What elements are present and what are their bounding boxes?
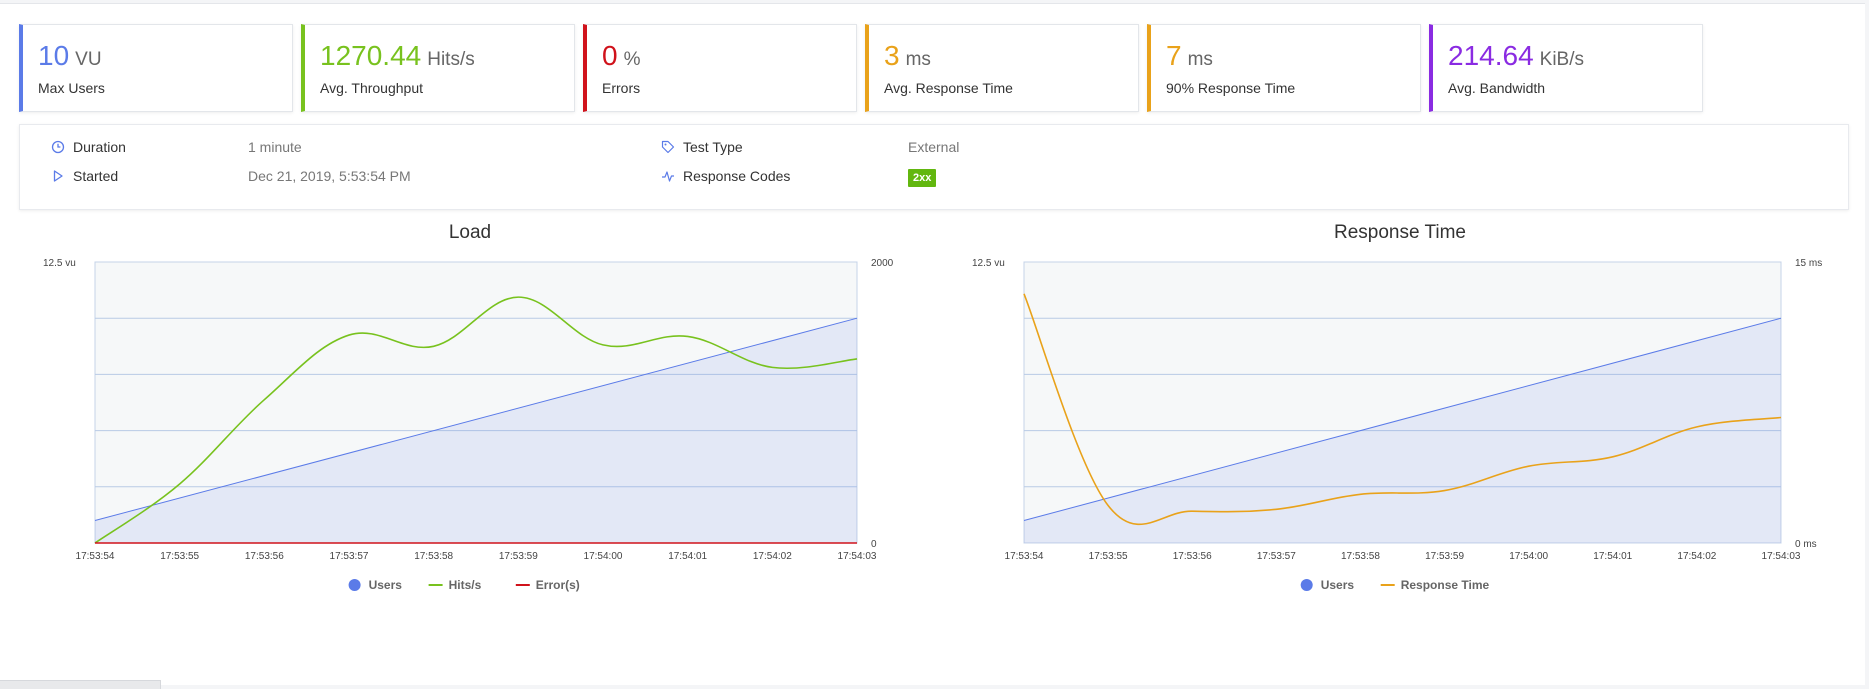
x-tick-label: 17:53:58 <box>1341 551 1380 562</box>
x-tick-label: 17:53:58 <box>414 551 453 562</box>
x-tick-label: 17:54:03 <box>1762 551 1801 562</box>
x-tick-label: 17:54:01 <box>1593 551 1632 562</box>
x-tick-label: 17:54:01 <box>668 551 707 562</box>
x-tick-label: 17:54:03 <box>838 551 877 562</box>
y-axis-left-max-label: 12.5 vu <box>972 258 1005 269</box>
y-axis-right-max-label: 2000 <box>871 258 894 269</box>
x-tick-label: 17:53:57 <box>330 551 369 562</box>
test-report-page: 10 VU Max Users 1270.44 Hits/s Avg. Throug… <box>0 3 1865 689</box>
legend-label-error-s-[interactable]: Error(s) <box>536 578 580 592</box>
x-tick-label: 17:53:54 <box>76 551 115 562</box>
x-tick-label: 17:53:56 <box>1173 551 1212 562</box>
x-tick-label: 17:53:54 <box>1005 551 1044 562</box>
x-tick-label: 17:53:56 <box>245 551 284 562</box>
x-tick-label: 17:54:00 <box>584 551 623 562</box>
y-axis-right-min-label: 0 <box>871 539 877 550</box>
legend-label-hits-s[interactable]: Hits/s <box>449 578 482 592</box>
x-tick-label: 17:54:02 <box>753 551 792 562</box>
legend-label-response-time[interactable]: Response Time <box>1401 578 1490 592</box>
x-tick-label: 17:53:55 <box>1089 551 1128 562</box>
x-tick-label: 17:53:59 <box>499 551 538 562</box>
legend-marker-users <box>348 579 361 591</box>
x-tick-label: 17:53:59 <box>1425 551 1464 562</box>
legend-marker-users <box>1300 579 1313 591</box>
x-tick-label: 17:53:55 <box>160 551 199 562</box>
x-tick-label: 17:54:00 <box>1509 551 1548 562</box>
legend-label-users[interactable]: Users <box>1321 578 1355 592</box>
y-axis-right-max-label: 15 ms <box>1795 258 1822 269</box>
charts-canvas: 12.5 vu 2000 0 17:53:54 17:53:55 17:53:56 17:5… <box>43 258 1822 592</box>
y-axis-right-min-label: 0 ms <box>1795 539 1817 550</box>
legend-label-users[interactable]: Users <box>369 578 403 592</box>
y-axis-left-max-label: 12.5 vu <box>43 258 76 269</box>
x-tick-label: 17:54:02 <box>1677 551 1716 562</box>
horizontal-scrollbar[interactable] <box>0 680 161 689</box>
x-tick-label: 17:53:57 <box>1257 551 1296 562</box>
